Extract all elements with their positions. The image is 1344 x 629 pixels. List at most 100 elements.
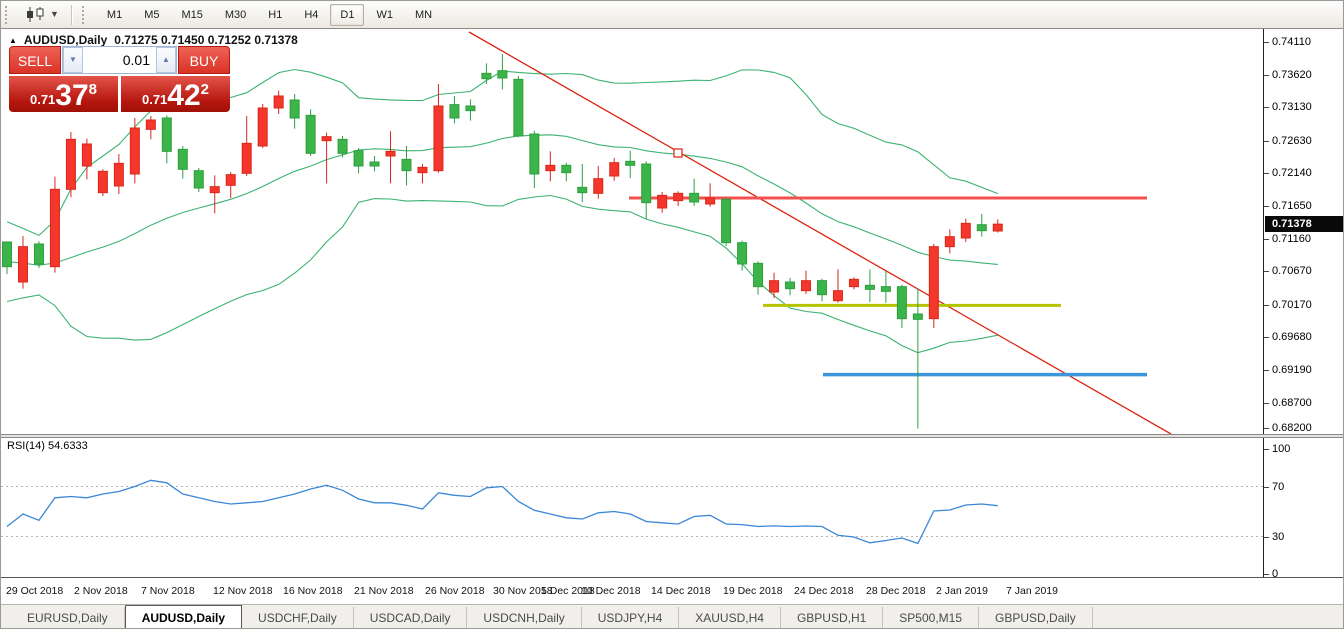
rsi-tick-label: 30 [1272,531,1284,543]
candle [881,271,890,302]
timeframe-button-W1[interactable]: W1 [366,4,403,26]
candle [706,183,715,206]
rsi-indicator-label: RSI(14) 54.6333 [7,440,88,452]
toolbar-grip[interactable] [82,6,90,24]
candle [897,285,906,328]
price-tick-label: 0.69680 [1272,331,1312,343]
rsi-tick-mark [1264,449,1269,450]
candle [194,168,203,192]
price-tick-label: 0.74110 [1272,36,1311,48]
price-tick-mark [1264,239,1269,240]
candle [370,156,379,171]
timeframe-button-H1[interactable]: H1 [258,4,292,26]
price-tick-label: 0.70670 [1272,265,1312,277]
buy-button[interactable]: BUY [178,46,230,74]
timeframe-button-M1[interactable]: M1 [97,4,132,26]
rsi-axis[interactable]: 10070300 [1263,438,1344,577]
candle [594,166,603,199]
chart-tab-eurusd-daily[interactable]: EURUSD,Daily [11,607,125,629]
sell-button[interactable]: SELL [9,46,61,74]
price-tick-mark [1264,42,1269,43]
rsi-panel[interactable]: 10070300 RSI(14) 54.6333 [1,438,1344,577]
timeframe-button-MN[interactable]: MN [405,4,442,26]
timeframe-buttons: M1M5M15M30H1H4D1W1MN [96,4,443,26]
candle-chart-tool-button[interactable]: ▼ [19,5,65,24]
toolbar-grip[interactable] [5,6,13,24]
timeframe-button-M5[interactable]: M5 [134,4,169,26]
chart-tab-usdcnh-daily[interactable]: USDCNH,Daily [467,607,581,629]
date-tick-label: 21 Nov 2018 [354,585,414,597]
candle [993,219,1002,232]
candle [690,179,699,206]
candle [977,214,986,237]
rsi-chart[interactable] [1,438,1263,577]
date-tick-label: 29 Oct 2018 [6,585,63,597]
timeframe-button-M15[interactable]: M15 [171,4,212,26]
date-axis[interactable]: 29 Oct 20182 Nov 20187 Nov 201812 Nov 20… [1,577,1344,605]
sell-price-display[interactable]: 0.71 37 8 [9,76,118,112]
date-tick-label: 26 Nov 2018 [425,585,485,597]
candle [482,63,491,84]
candle [945,229,954,253]
date-tick-label: 2 Nov 2018 [74,585,128,597]
candle [802,271,811,294]
chart-tab-usdcad-daily[interactable]: USDCAD,Daily [354,607,468,629]
price-tick-label: 0.68200 [1272,422,1312,434]
candle [578,164,587,202]
toolbar-separator [71,5,72,25]
candle [50,177,59,273]
sell-price-prefix: 0.71 [30,92,55,107]
chart-tab-gbpusd-daily[interactable]: GBPUSD,Daily [979,607,1093,629]
main-chart-panel[interactable]: 0.741100.736200.731300.726300.721400.716… [1,29,1344,434]
timeframe-button-M30[interactable]: M30 [215,4,256,26]
date-tick-label: 14 Dec 2018 [651,585,711,597]
date-tick-label: 16 Nov 2018 [283,585,343,597]
rsi-tick-label: 100 [1272,443,1290,455]
rsi-tick-label: 70 [1272,481,1284,493]
candle [546,151,555,181]
chart-tab-gbpusd-h1[interactable]: GBPUSD,H1 [781,607,883,629]
current-price-badge: 0.71378 [1265,216,1343,232]
buy-price-big: 42 [167,82,200,110]
volume-increase-button[interactable]: ▲ [156,47,176,73]
candle [642,161,651,219]
chart-tab-usdchf-daily[interactable]: USDCHF,Daily [242,607,354,629]
candle [322,133,331,184]
date-tick-label: 2 Jan 2019 [936,585,988,597]
candle [274,91,283,114]
buy-price-display[interactable]: 0.71 42 2 [121,76,230,112]
candle [865,269,874,302]
chart-tab-sp500-m15[interactable]: SP500,M15 [883,607,979,629]
toolbar: ▼ M1M5M15M30H1H4D1W1MN [1,1,1344,29]
candle [770,273,779,298]
date-tick-label: 10 Dec 2018 [581,585,641,597]
candle [466,99,475,120]
rsi-tick-mark [1264,537,1269,538]
date-tick-label: 28 Dec 2018 [866,585,926,597]
candle [210,175,219,213]
candle [162,115,171,163]
chart-tab-audusd-daily[interactable]: AUDUSD,Daily [125,605,242,629]
candle [929,244,938,328]
chart-tab-xauusd-h4[interactable]: XAUUSD,H4 [679,607,781,629]
price-axis[interactable]: 0.741100.736200.731300.726300.721400.716… [1263,29,1344,434]
collapse-arrow-icon[interactable]: ▲ [9,36,17,45]
date-tick-label: 7 Jan 2019 [1006,585,1058,597]
candle [610,158,619,181]
candle [146,116,155,139]
candle [66,132,75,197]
volume-decrease-button[interactable]: ▼ [63,47,83,73]
volume-input[interactable] [83,47,156,73]
timeframe-button-H4[interactable]: H4 [294,4,328,26]
candle [114,154,123,194]
date-tick-label: 12 Nov 2018 [213,585,273,597]
price-tick-label: 0.71650 [1272,200,1312,212]
date-tick-label: 19 Dec 2018 [723,585,783,597]
candle [961,219,970,242]
chart-tab-usdjpy-h4[interactable]: USDJPY,H4 [582,607,679,629]
timeframe-button-D1[interactable]: D1 [330,4,364,26]
candle [817,279,826,302]
price-tick-mark [1264,403,1269,404]
candle [402,146,411,185]
price-tick-mark [1264,206,1269,207]
